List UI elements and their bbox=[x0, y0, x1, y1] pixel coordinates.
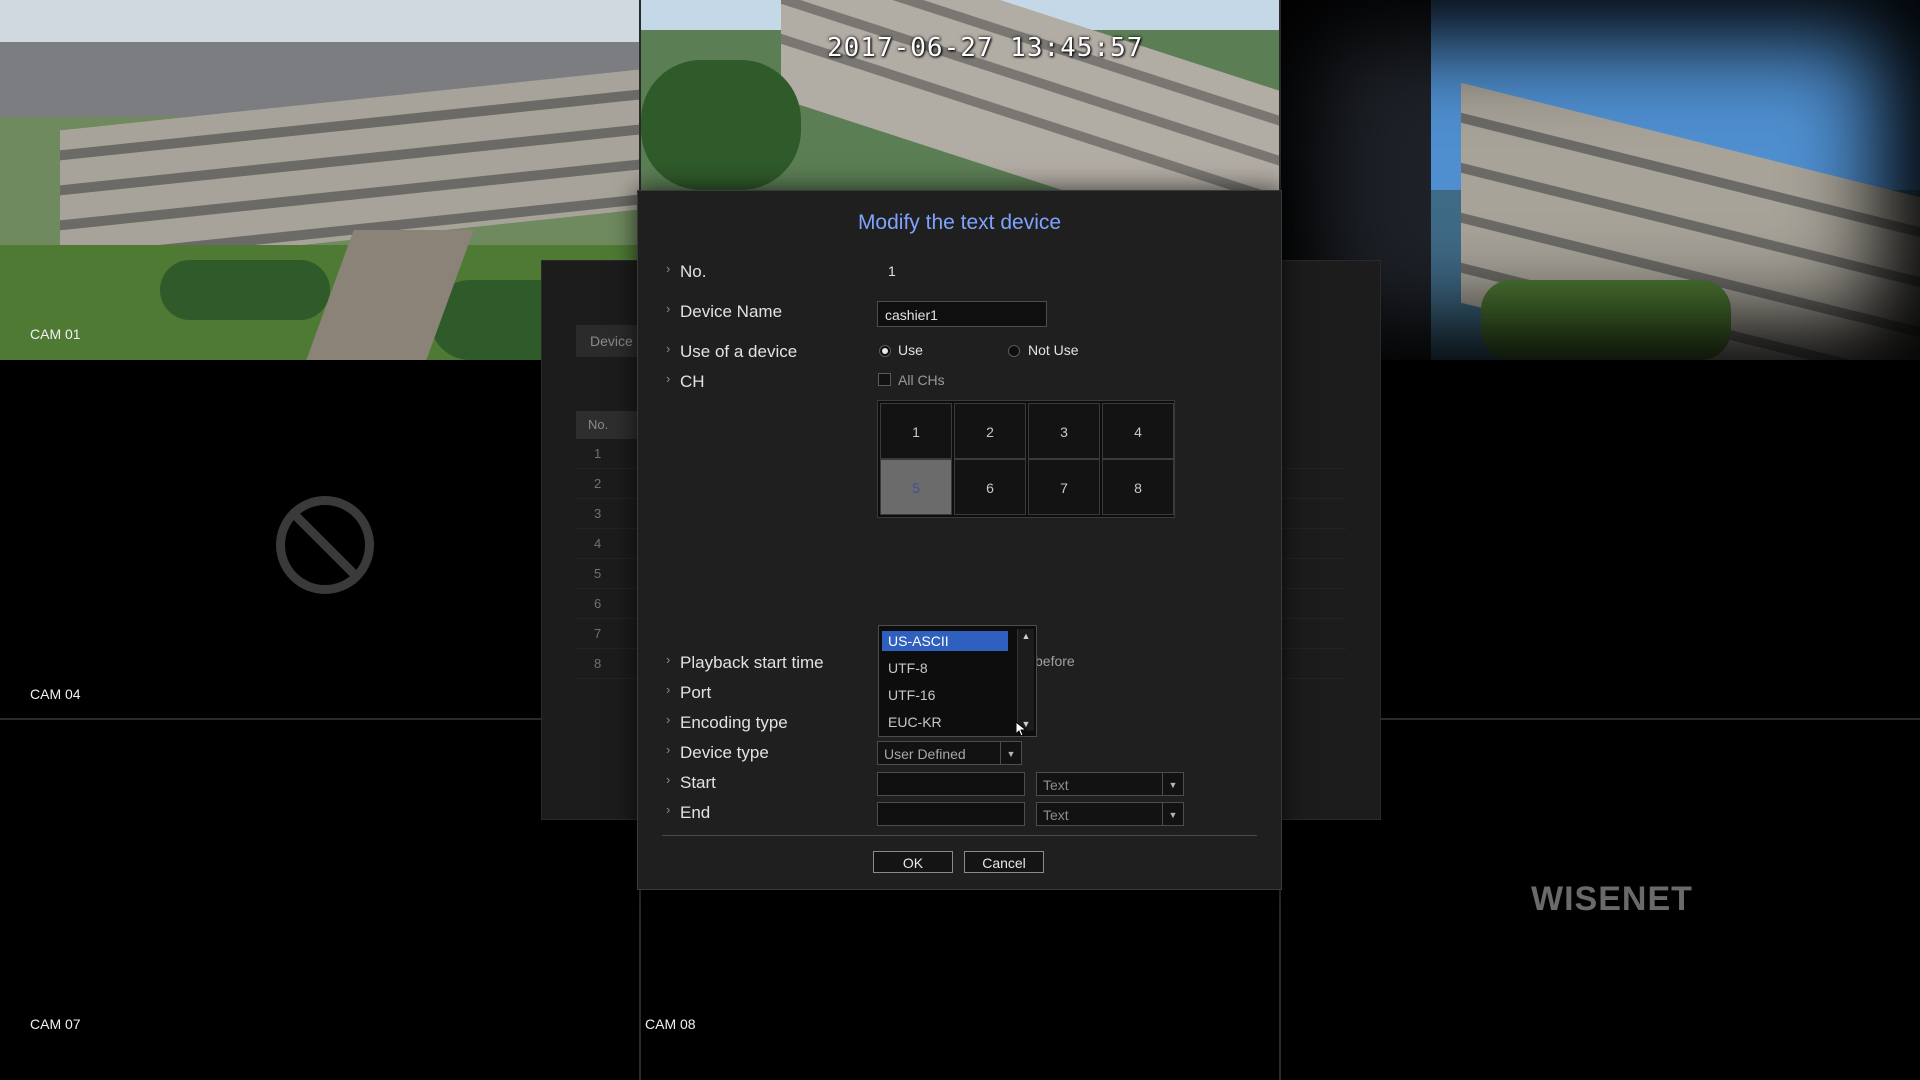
channel-3[interactable]: 3 bbox=[1028, 403, 1100, 459]
end-type-value: Text bbox=[1043, 807, 1069, 823]
all-chs-checkbox[interactable] bbox=[878, 373, 891, 386]
end-input[interactable] bbox=[877, 802, 1025, 826]
device-type-select[interactable]: User Defined ▼ bbox=[877, 741, 1022, 765]
ok-button[interactable]: OK bbox=[873, 851, 953, 873]
camera-label: CAM 01 bbox=[30, 326, 81, 342]
channel-4[interactable]: 4 bbox=[1102, 403, 1174, 459]
label-port: Port bbox=[666, 682, 711, 703]
channel-8[interactable]: 8 bbox=[1102, 459, 1174, 515]
device-name-input[interactable]: cashier1 bbox=[877, 301, 1047, 327]
cancel-button[interactable]: Cancel bbox=[964, 851, 1044, 873]
label-ch: CH bbox=[666, 371, 704, 392]
radio-not-use-label[interactable]: Not Use bbox=[1028, 342, 1079, 358]
dialog-divider bbox=[662, 835, 1257, 836]
timestamp-overlay: 2017-06-27 13:45:57 bbox=[827, 33, 1144, 63]
encoding-type-listbox[interactable]: US-ASCII UTF-8 UTF-16 EUC-KR ▲ ▼ bbox=[878, 625, 1037, 737]
channel-grid: 1 2 3 4 5 6 7 8 bbox=[877, 400, 1175, 518]
encoding-option-us-ascii[interactable]: US-ASCII bbox=[882, 631, 1008, 651]
label-device-type: Device type bbox=[666, 742, 769, 763]
encoding-list-scrollbar[interactable]: ▲ ▼ bbox=[1017, 629, 1034, 731]
camera-label: CAM 04 bbox=[30, 686, 81, 702]
label-encoding-type: Encoding type bbox=[666, 712, 788, 733]
value-no: 1 bbox=[888, 263, 896, 279]
camera-label: CAM 07 bbox=[30, 1016, 81, 1032]
camera-tile-cam02[interactable] bbox=[641, 0, 1279, 190]
radio-use[interactable] bbox=[879, 345, 891, 357]
dialog-title: Modify the text device bbox=[857, 211, 1062, 234]
channel-1[interactable]: 1 bbox=[880, 403, 952, 459]
label-no: No. bbox=[666, 261, 707, 282]
modify-text-device-dialog: Modify the text device No. 1 Device Name… bbox=[637, 190, 1282, 890]
label-use-of-device: Use of a device bbox=[666, 341, 797, 362]
wisenet-logo: WISENET bbox=[1531, 880, 1693, 918]
encoding-option-utf-8[interactable]: UTF-8 bbox=[882, 658, 1008, 678]
scroll-up-icon[interactable]: ▲ bbox=[1020, 630, 1032, 642]
label-device-name: Device Name bbox=[666, 301, 782, 322]
chevron-down-icon: ▼ bbox=[1162, 773, 1183, 795]
encoding-option-euc-kr[interactable]: EUC-KR bbox=[882, 712, 1008, 732]
no-signal-icon bbox=[276, 496, 374, 594]
camera-label: CAM 08 bbox=[645, 1016, 696, 1032]
encoding-option-utf-16[interactable]: UTF-16 bbox=[882, 685, 1008, 705]
device-type-value: User Defined bbox=[884, 746, 966, 762]
chevron-down-icon: ▼ bbox=[1162, 803, 1183, 825]
label-end: End bbox=[666, 802, 710, 823]
label-playback-start-time: Playback start time bbox=[666, 652, 824, 673]
all-chs-label[interactable]: All CHs bbox=[898, 372, 945, 388]
end-type-select[interactable]: Text ▼ bbox=[1036, 802, 1184, 826]
channel-6[interactable]: 6 bbox=[954, 459, 1026, 515]
start-type-value: Text bbox=[1043, 777, 1069, 793]
before-label: before bbox=[1035, 653, 1075, 669]
column-header-no: No. bbox=[576, 411, 638, 439]
channel-2[interactable]: 2 bbox=[954, 403, 1026, 459]
channel-7[interactable]: 7 bbox=[1028, 459, 1100, 515]
channel-5[interactable]: 5 bbox=[880, 459, 952, 515]
chevron-down-icon: ▼ bbox=[1000, 742, 1021, 764]
mouse-cursor-icon bbox=[1015, 720, 1028, 737]
radio-use-label[interactable]: Use bbox=[898, 342, 923, 358]
radio-not-use[interactable] bbox=[1008, 345, 1020, 357]
start-type-select[interactable]: Text ▼ bbox=[1036, 772, 1184, 796]
label-start: Start bbox=[666, 772, 716, 793]
start-input[interactable] bbox=[877, 772, 1025, 796]
